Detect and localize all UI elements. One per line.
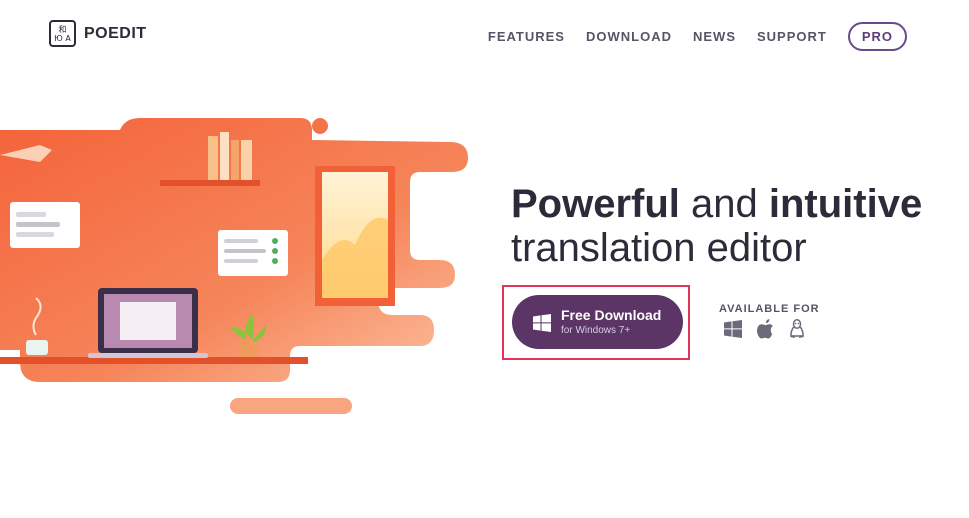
check-icon — [272, 258, 278, 264]
nav-pro-button[interactable]: PRO — [847, 22, 907, 51]
download-label: Free Download — [561, 307, 662, 323]
laptop-base — [88, 353, 208, 358]
brand-name: POEDIT — [84, 24, 147, 42]
hero-headline: Powerful and intuitive translation edito… — [511, 182, 961, 270]
download-sublabel: for Windows 7+ — [561, 325, 631, 336]
mug-icon — [26, 340, 48, 355]
poedit-logo-icon: 和 Ю A — [49, 20, 76, 47]
apple-icon[interactable] — [756, 319, 774, 344]
headline-bold-2: intuitive — [768, 182, 923, 226]
book — [231, 140, 239, 180]
nav-news[interactable]: NEWS — [693, 29, 736, 44]
check-icon — [272, 248, 278, 254]
nav-download[interactable]: DOWNLOAD — [586, 29, 672, 44]
nav-support[interactable]: SUPPORT — [757, 29, 827, 44]
poedit-logo[interactable]: 和 Ю A POEDIT — [49, 20, 147, 47]
book — [208, 136, 218, 180]
desk — [0, 357, 308, 364]
main-nav: FEATURES DOWNLOAD NEWS SUPPORT PRO — [467, 22, 907, 51]
available-for-label: AVAILABLE FOR — [719, 303, 820, 315]
headline-mid: and — [679, 182, 769, 226]
hero-illustration — [0, 118, 468, 414]
book — [220, 132, 229, 180]
decor-dot — [312, 118, 328, 134]
windows-icon[interactable] — [724, 320, 742, 343]
check-icon — [272, 238, 278, 244]
nav-features[interactable]: FEATURES — [488, 29, 565, 44]
logo-glyph-top: 和 — [58, 24, 67, 34]
shelf — [160, 180, 260, 186]
book — [241, 140, 252, 180]
linux-icon[interactable] — [788, 319, 806, 344]
decor-bar — [230, 398, 352, 414]
platform-icons — [724, 319, 806, 344]
headline-bold-1: Powerful — [511, 182, 680, 226]
headline-line2: translation editor — [511, 226, 807, 270]
windows-icon — [533, 314, 551, 332]
download-highlight: Free Download for Windows 7+ — [502, 285, 690, 360]
logo-glyph-bottom: Ю A — [54, 33, 71, 43]
free-download-button[interactable]: Free Download for Windows 7+ — [512, 295, 683, 349]
